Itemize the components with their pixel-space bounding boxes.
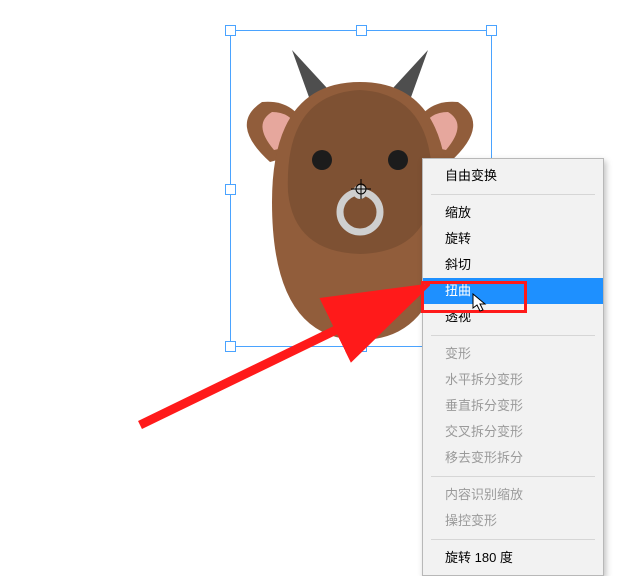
separator — [431, 335, 595, 336]
pivot-crosshair-icon — [351, 179, 371, 199]
menu-item-puppet: 操控变形 — [423, 508, 603, 534]
menu-item-skew[interactable]: 斜切 — [423, 252, 603, 278]
menu-item-split-h: 水平拆分变形 — [423, 367, 603, 393]
handle-top[interactable] — [356, 25, 367, 36]
handle-left[interactable] — [225, 184, 236, 195]
menu-item-free-transform[interactable]: 自由变换 — [423, 163, 603, 189]
menu-item-remove-split: 移去变形拆分 — [423, 445, 603, 471]
handle-top-right[interactable] — [486, 25, 497, 36]
canvas[interactable]: 自由变换 缩放 旋转 斜切 扭曲 透视 变形 水平拆分变形 垂直拆分变形 交叉拆… — [0, 0, 620, 516]
separator — [431, 476, 595, 477]
menu-item-content-aware: 内容识别缩放 — [423, 482, 603, 508]
menu-item-distort[interactable]: 扭曲 — [423, 278, 603, 304]
handle-bottom[interactable] — [356, 341, 367, 352]
menu-item-split-x: 交叉拆分变形 — [423, 419, 603, 445]
separator — [431, 539, 595, 540]
menu-item-warp: 变形 — [423, 341, 603, 367]
separator — [431, 194, 595, 195]
handle-top-left[interactable] — [225, 25, 236, 36]
menu-item-split-v: 垂直拆分变形 — [423, 393, 603, 419]
menu-item-scale[interactable]: 缩放 — [423, 200, 603, 226]
handle-bottom-left[interactable] — [225, 341, 236, 352]
menu-item-rotate[interactable]: 旋转 — [423, 226, 603, 252]
context-menu: 自由变换 缩放 旋转 斜切 扭曲 透视 变形 水平拆分变形 垂直拆分变形 交叉拆… — [422, 158, 604, 576]
menu-item-rotate-180[interactable]: 旋转 180 度 — [423, 545, 603, 571]
menu-item-perspective[interactable]: 透视 — [423, 304, 603, 330]
